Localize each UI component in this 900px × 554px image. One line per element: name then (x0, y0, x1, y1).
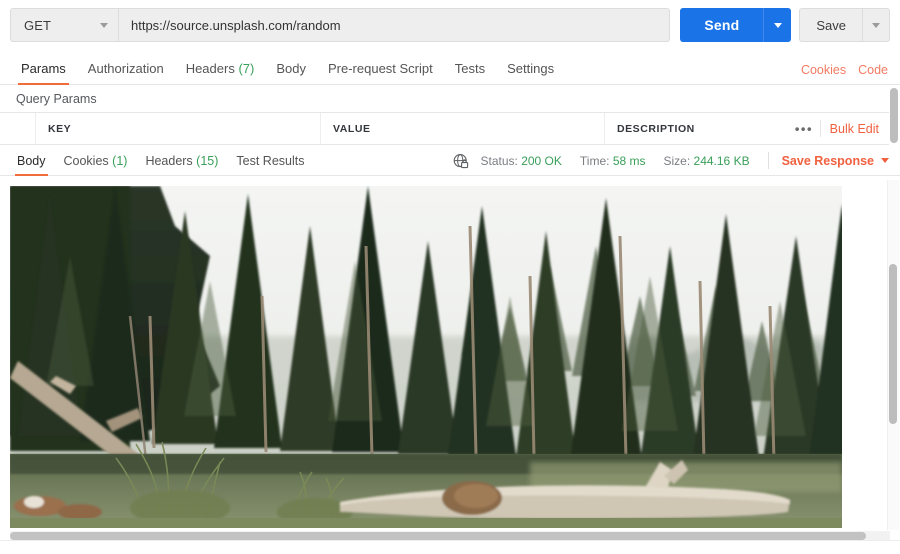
params-vertical-scrollbar[interactable] (890, 88, 898, 143)
http-method-label: GET (24, 17, 52, 33)
chevron-down-icon (872, 22, 880, 28)
response-tab-cookies-count: (1) (112, 154, 128, 168)
send-options-button[interactable] (763, 8, 792, 42)
response-tab-headers-count: (15) (196, 154, 219, 168)
save-button[interactable]: Save (799, 8, 862, 42)
response-body-pane (0, 176, 900, 554)
postman-request-response-view: GET https://source.unsplash.com/random S… (0, 0, 900, 554)
response-tab-test-results-label: Test Results (236, 154, 305, 168)
save-response-button[interactable]: Save Response (782, 154, 889, 168)
tab-headers[interactable]: Headers (7) (175, 61, 266, 84)
tab-body-label: Body (276, 61, 306, 76)
status-label: Status: (480, 153, 518, 168)
send-button-group: Send (680, 8, 792, 42)
tab-authorization[interactable]: Authorization (77, 61, 175, 84)
time-value: 58 ms (612, 153, 646, 168)
tab-body[interactable]: Body (265, 61, 317, 84)
response-body-vertical-scrollbar[interactable] (889, 264, 897, 424)
time-badge: Time: 58 ms (580, 154, 646, 168)
size-value: 244.16 KB (693, 153, 750, 168)
chevron-down-icon (100, 22, 108, 28)
response-tab-headers[interactable]: Headers (15) (136, 154, 227, 175)
globe-lock-icon[interactable] (453, 153, 469, 169)
response-tabs-bar: Body Cookies (1) Headers (15) Test Resul… (0, 146, 900, 176)
tab-pre-request-script-label: Pre-request Script (327, 61, 433, 76)
pane-bottom-edge (0, 540, 900, 554)
http-method-selector[interactable]: GET (10, 8, 118, 42)
tab-tests[interactable]: Tests (444, 61, 496, 84)
status-value: 200 OK (521, 153, 562, 168)
forest-photograph (10, 186, 842, 528)
divider (767, 152, 769, 169)
divider (820, 120, 821, 137)
param-more-actions-button[interactable]: ••• (795, 121, 813, 136)
tab-tests-label: Tests (454, 61, 486, 76)
response-body-horizontal-scrollbar[interactable] (10, 532, 866, 540)
tab-settings[interactable]: Settings (496, 61, 565, 84)
tab-authorization-label: Authorization (87, 61, 164, 76)
tab-settings-label: Settings (507, 61, 555, 76)
size-badge: Size: 244.16 KB (664, 154, 750, 168)
send-button[interactable]: Send (680, 8, 764, 42)
tab-headers-count: (7) (238, 61, 255, 76)
save-options-button[interactable] (862, 8, 890, 42)
tab-params-label: Params (21, 61, 66, 76)
response-tab-cookies-label: Cookies (63, 154, 109, 168)
response-meta: Status: 200 OK Time: 58 ms Size: 244.16 … (453, 152, 900, 169)
response-tab-cookies[interactable]: Cookies (1) (55, 154, 137, 175)
save-response-label: Save Response (781, 153, 874, 168)
param-select-all-column[interactable] (0, 113, 36, 144)
request-tabs: Params Authorization Headers (7) Body Pr… (0, 50, 900, 85)
param-column-description: DESCRIPTION ••• Bulk Edit (605, 113, 889, 144)
time-label: Time: (579, 153, 610, 168)
chevron-down-icon (881, 158, 889, 163)
query-params-heading: Query Params (16, 92, 97, 106)
bulk-edit-button[interactable]: Bulk Edit (830, 122, 879, 136)
url-input[interactable]: https://source.unsplash.com/random (118, 8, 671, 42)
param-column-description-label: DESCRIPTION (617, 122, 695, 135)
code-link[interactable]: Code (858, 63, 888, 77)
request-utility-links: Cookies Code (801, 63, 888, 77)
response-tab-body-label: Body (17, 154, 46, 168)
response-tab-headers-label: Headers (145, 154, 193, 168)
param-column-key: KEY (36, 113, 321, 144)
size-label: Size: (663, 153, 691, 168)
cookies-link[interactable]: Cookies (801, 63, 846, 77)
response-tab-test-results[interactable]: Test Results (227, 154, 313, 175)
save-button-group: Save (799, 8, 890, 42)
response-tab-body[interactable]: Body (8, 154, 55, 176)
tab-headers-label: Headers (185, 61, 235, 76)
status-badge: Status: 200 OK (481, 154, 562, 168)
url-bar: GET https://source.unsplash.com/random S… (0, 0, 900, 50)
query-params-table-header: KEY VALUE DESCRIPTION ••• Bulk Edit (0, 112, 889, 145)
param-column-value: VALUE (321, 113, 605, 144)
response-image-viewer[interactable] (10, 186, 842, 528)
tab-params[interactable]: Params (10, 61, 77, 85)
chevron-down-icon (773, 22, 782, 28)
tab-pre-request-script[interactable]: Pre-request Script (317, 61, 444, 84)
